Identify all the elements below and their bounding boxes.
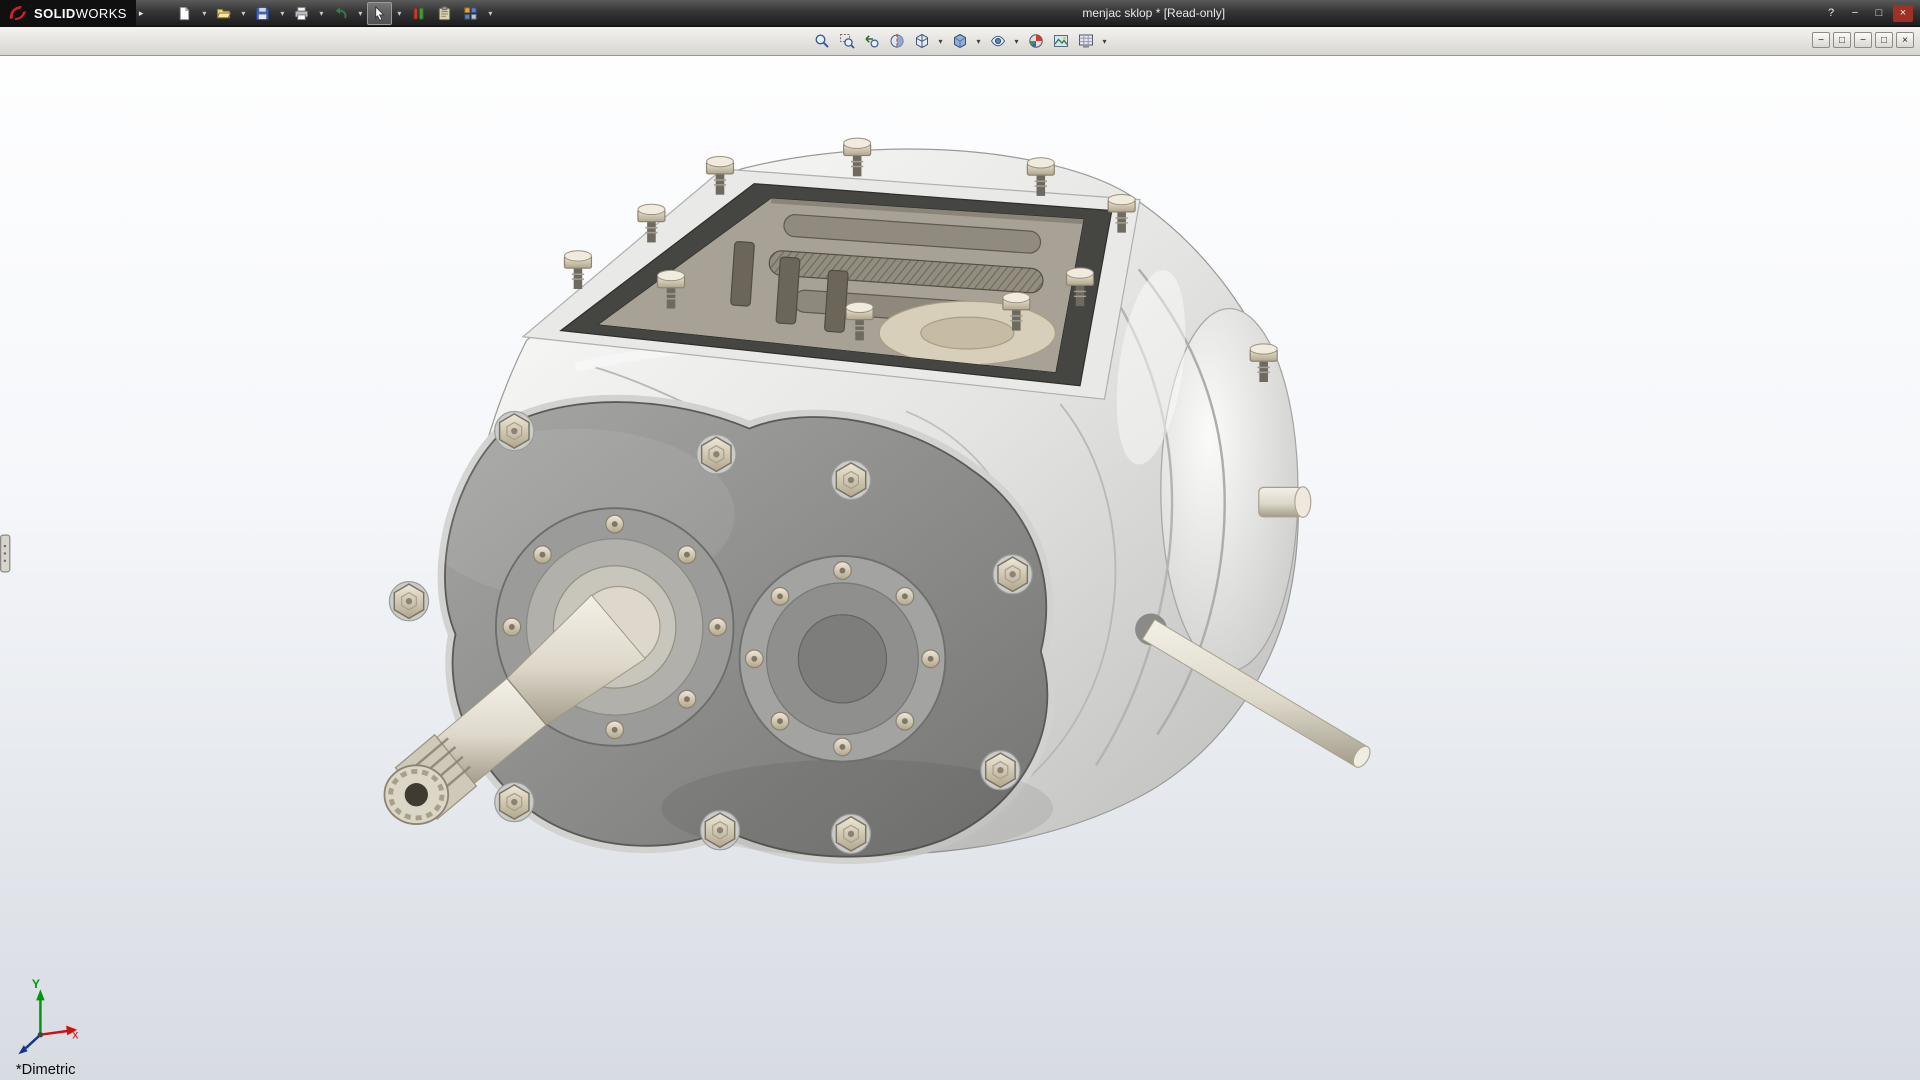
doc-restore-button[interactable]: □ <box>1875 32 1893 48</box>
copy-options-button[interactable] <box>432 2 457 25</box>
doc-minimize-button[interactable]: − <box>1854 32 1872 48</box>
edit-appearance-button[interactable] <box>1024 29 1048 53</box>
dassault-logo-icon <box>9 6 26 20</box>
hide-show-items-dropdown[interactable]: ▾ <box>1011 29 1023 53</box>
axis-x-label: x <box>72 1027 78 1041</box>
view-orientation-dropdown[interactable]: ▾ <box>935 29 947 53</box>
minimize-button[interactable]: − <box>1845 5 1865 22</box>
view-toolbar: ▾ ▾ ▾ ▾ − □ − □ × <box>0 27 1920 56</box>
frame-restore-button[interactable]: □ <box>1833 32 1851 48</box>
view-orientation-label: *Dimetric <box>16 1062 76 1078</box>
view-toolbar-group: ▾ ▾ ▾ ▾ <box>810 29 1111 53</box>
display-style-button[interactable] <box>948 29 972 53</box>
zoom-to-area-button[interactable] <box>835 29 859 53</box>
undo-dropdown[interactable]: ▾ <box>354 2 366 25</box>
maximize-button[interactable]: □ <box>1869 5 1889 22</box>
graphics-area[interactable]: Y x *Dimetric <box>0 0 1920 1080</box>
previous-view-button[interactable] <box>860 29 884 53</box>
view-settings-button[interactable] <box>1074 29 1098 53</box>
brand-text: SOLIDWORKS <box>34 6 127 21</box>
print-button[interactable] <box>289 2 314 25</box>
print-dropdown[interactable]: ▾ <box>315 2 327 25</box>
brand-bold: SOLID <box>34 5 76 21</box>
options-button[interactable] <box>458 2 483 25</box>
zoom-to-fit-button[interactable] <box>810 29 834 53</box>
brand-light: WORKS <box>75 5 127 21</box>
titlebar-toolbar: ▾ ▾ ▾ ▾ ▾ ▾ ▾ <box>172 1 496 25</box>
frame-minimize-button[interactable]: − <box>1812 32 1830 48</box>
view-settings-dropdown[interactable]: ▾ <box>1099 29 1111 53</box>
select-button[interactable] <box>367 1 393 25</box>
options-dropdown[interactable]: ▾ <box>484 2 496 25</box>
titlebar[interactable]: SOLIDWORKS ▸ ▾ ▾ ▾ ▾ ▾ ▾ ▾ menjac sklop * [Rea… <box>0 0 1920 27</box>
save-dropdown[interactable]: ▾ <box>276 2 288 25</box>
undo-button[interactable] <box>328 2 353 25</box>
open-dropdown[interactable]: ▾ <box>237 2 249 25</box>
apply-scene-button[interactable] <box>1049 29 1073 53</box>
orientation-triad: Y x <box>18 977 78 1055</box>
menu-flyout-arrow[interactable]: ▸ <box>139 8 144 19</box>
display-style-dropdown[interactable]: ▾ <box>973 29 985 53</box>
document-window-controls: − □ − □ × <box>1812 32 1914 48</box>
bearing-boss-secondary[interactable] <box>738 555 947 763</box>
axis-y-label: Y <box>32 977 40 991</box>
selection-filter-button[interactable] <box>406 2 431 25</box>
new-document-button[interactable] <box>172 2 197 25</box>
new-document-dropdown[interactable]: ▾ <box>198 2 210 25</box>
view-orientation-button[interactable] <box>910 29 934 53</box>
open-button[interactable] <box>211 2 236 25</box>
help-button[interactable]: ? <box>1821 5 1841 22</box>
solidworks-logo: SOLIDWORKS <box>0 0 136 26</box>
gearbox-model[interactable] <box>383 137 1373 865</box>
save-button[interactable] <box>250 2 275 25</box>
section-view-button[interactable] <box>885 29 909 53</box>
panel-splitter[interactable] <box>0 534 11 573</box>
select-dropdown[interactable]: ▾ <box>393 2 405 25</box>
hide-show-items-button[interactable] <box>986 29 1010 53</box>
window-controls: ? − □ × <box>1811 4 1920 22</box>
doc-close-button[interactable]: × <box>1896 32 1914 48</box>
document-title: menjac sklop * [Read-only] <box>1082 6 1226 20</box>
close-button[interactable]: × <box>1893 4 1913 22</box>
